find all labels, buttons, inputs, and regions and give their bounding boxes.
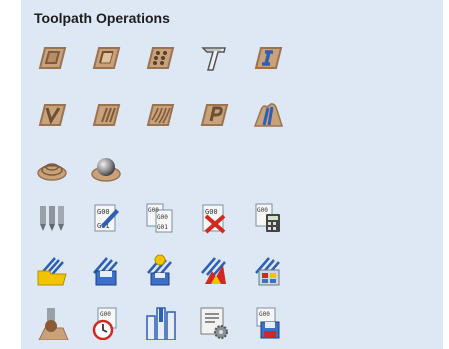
drag-knife-icon[interactable] <box>196 252 232 288</box>
edit-gcode-icon[interactable]: G00 G01 <box>88 200 124 236</box>
svg-text:G00: G00 <box>257 207 268 214</box>
open-toolpath-template-icon[interactable] <box>34 252 70 288</box>
tool-database-icon[interactable] <box>34 200 70 236</box>
3d-roughing-icon[interactable] <box>34 150 70 186</box>
toolbar-row-5 <box>34 252 286 288</box>
toolbar-row-2 <box>34 97 286 133</box>
prism-carving-icon[interactable] <box>196 97 232 133</box>
toolpath-settings-icon[interactable] <box>196 305 232 341</box>
v-carve-toolpath-icon[interactable] <box>34 97 70 133</box>
3d-finishing-icon[interactable] <box>88 150 124 186</box>
svg-text:G00: G00 <box>97 208 110 216</box>
quick-engrave-icon[interactable] <box>196 40 232 76</box>
svg-text:G00: G00 <box>100 311 111 318</box>
toolpath-tiling-icon[interactable] <box>250 252 286 288</box>
svg-text:G00: G00 <box>205 208 218 216</box>
drilling-toolpath-icon[interactable] <box>142 40 178 76</box>
toolbar-row-6: G00 G00 <box>34 305 286 341</box>
save-toolpath-icon[interactable]: G00 <box>250 305 286 341</box>
svg-text:G00: G00 <box>259 311 270 318</box>
pocket-toolpath-icon[interactable] <box>88 40 124 76</box>
fluting-toolpath-icon[interactable] <box>88 97 124 133</box>
svg-text:G00: G00 <box>148 207 159 214</box>
moulding-toolpath-icon[interactable] <box>250 97 286 133</box>
toolbar-row-3 <box>34 150 124 186</box>
texture-toolpath-icon[interactable] <box>142 97 178 133</box>
profile-toolpath-icon[interactable] <box>34 40 70 76</box>
delete-toolpath-icon[interactable]: G00 <box>196 200 232 236</box>
svg-text:G01: G01 <box>157 224 168 231</box>
save-toolpath-template-icon[interactable] <box>88 252 124 288</box>
toolpath-summary-icon[interactable] <box>142 305 178 341</box>
apply-template-icon[interactable] <box>142 252 178 288</box>
svg-text:G00: G00 <box>157 214 168 221</box>
toolbar-row-4: G00 G01 G00 G00 G01 G00 G00 <box>34 200 286 236</box>
inlay-toolpath-icon[interactable] <box>250 40 286 76</box>
merge-toolpaths-icon[interactable]: G00 G00 G01 <box>142 200 178 236</box>
preview-material-icon[interactable] <box>34 305 70 341</box>
panel-title: Toolpath Operations <box>34 10 170 26</box>
machining-time-icon[interactable]: G00 <box>88 305 124 341</box>
toolbar-row-1 <box>34 40 286 76</box>
toolpath-calculator-icon[interactable]: G00 <box>250 200 286 236</box>
